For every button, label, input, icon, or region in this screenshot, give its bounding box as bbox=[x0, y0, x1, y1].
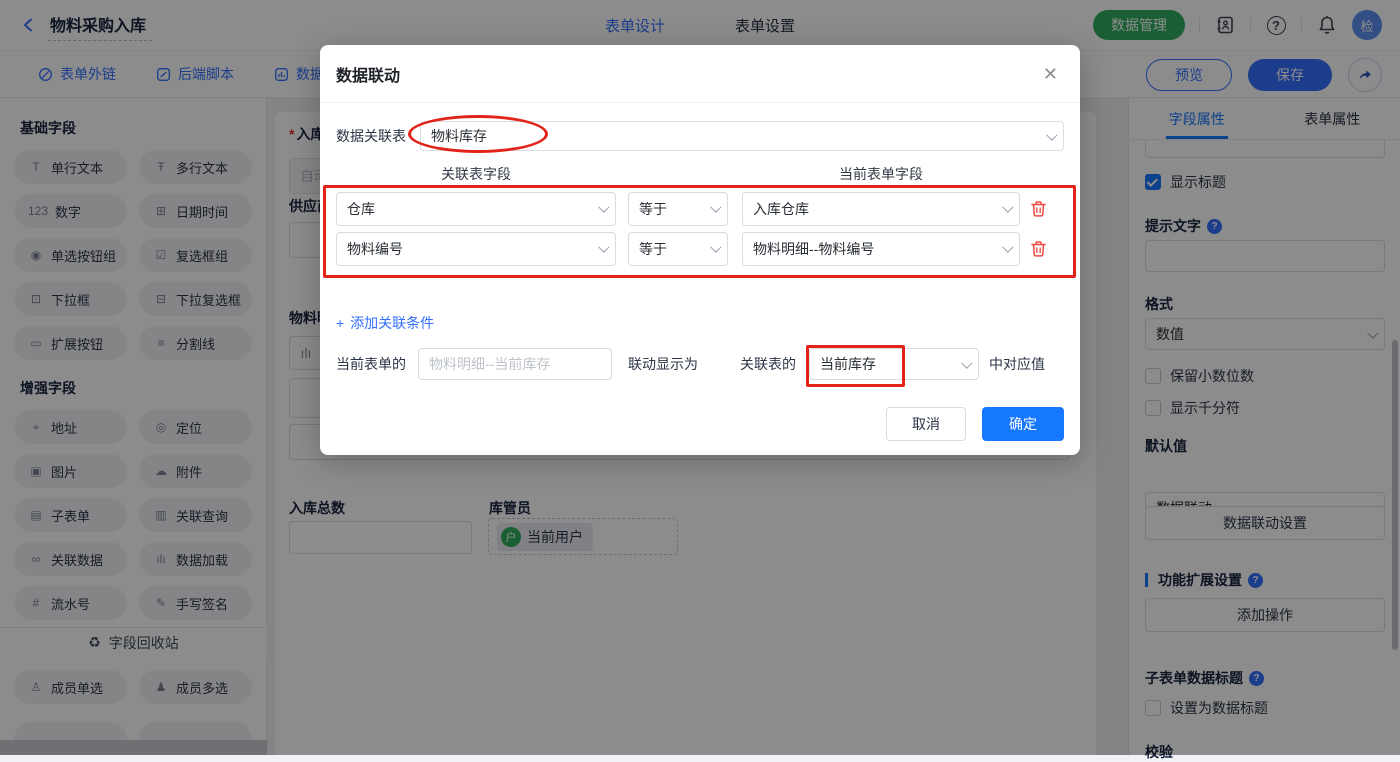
condition-left-select[interactable]: 仓库 bbox=[336, 192, 616, 226]
trash-icon bbox=[1030, 240, 1047, 258]
condition-right-select[interactable]: 入库仓库 bbox=[742, 192, 1020, 226]
condition-row: 物料编号 等于 物料明细--物料编号 bbox=[336, 232, 1064, 266]
condition-operator-select[interactable]: 等于 bbox=[628, 192, 728, 226]
linkage-display-label: 联动显示为 bbox=[628, 354, 698, 374]
cancel-button[interactable]: 取消 bbox=[886, 407, 966, 441]
data-linkage-dialog: 数据联动 ✕ 数据关联表 物料库存 关联表字段 当前表单字段 仓库 等于 入库仓… bbox=[320, 45, 1080, 455]
close-icon[interactable]: ✕ bbox=[1043, 65, 1058, 83]
condition-rows: 仓库 等于 入库仓库 物料编号 等于 物料明细--物料编号 bbox=[336, 192, 1064, 266]
right-column-header: 当前表单字段 bbox=[742, 164, 1020, 184]
condition-right-select[interactable]: 物料明细--物料编号 bbox=[742, 232, 1020, 266]
linked-table-label: 数据关联表 bbox=[336, 126, 406, 146]
delete-condition-button[interactable] bbox=[1030, 200, 1047, 218]
plus-icon: + bbox=[336, 315, 344, 331]
add-condition-link[interactable]: + 添加关联条件 bbox=[336, 313, 434, 333]
delete-condition-button[interactable] bbox=[1030, 240, 1047, 258]
confirm-button[interactable]: 确定 bbox=[982, 407, 1064, 441]
trash-icon bbox=[1030, 200, 1047, 218]
linked-table-prefix: 关联表的 bbox=[740, 354, 796, 374]
condition-left-select[interactable]: 物料编号 bbox=[336, 232, 616, 266]
linked-table-select[interactable]: 物料库存 bbox=[420, 121, 1064, 151]
current-form-field-input[interactable] bbox=[418, 348, 612, 380]
corresponding-value-suffix: 中对应值 bbox=[989, 354, 1045, 374]
dialog-title: 数据联动 bbox=[336, 62, 400, 86]
condition-row: 仓库 等于 入库仓库 bbox=[336, 192, 1064, 226]
linked-field-select[interactable]: 当前库存 bbox=[809, 348, 979, 380]
condition-operator-select[interactable]: 等于 bbox=[628, 232, 728, 266]
left-column-header: 关联表字段 bbox=[336, 164, 616, 184]
current-form-prefix: 当前表单的 bbox=[336, 354, 406, 374]
